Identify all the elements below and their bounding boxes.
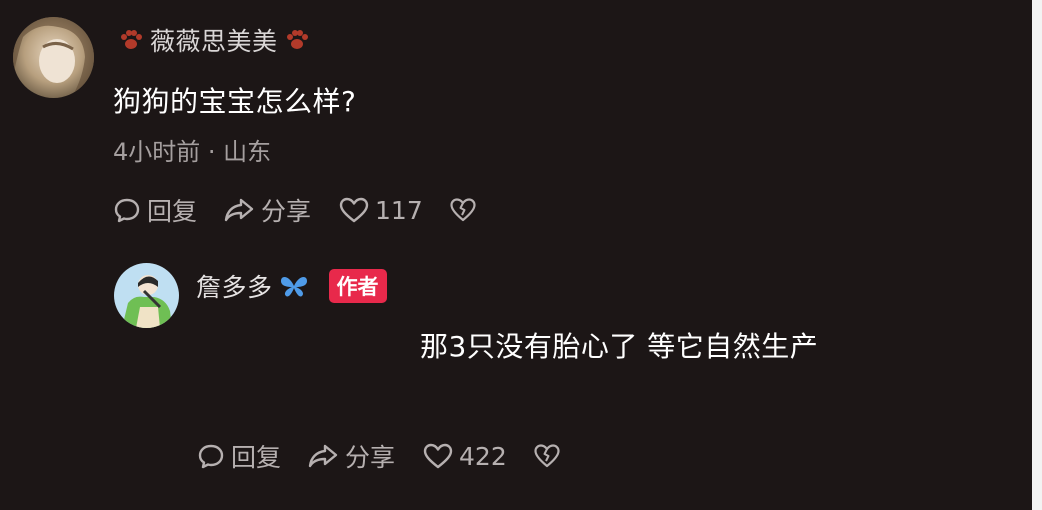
truncated-next-row [186,500,366,510]
butterfly-icon [280,276,307,297]
comment-thread: 薇薇思美美 狗狗的宝宝怎么样? 4小时前 · 山东 回复 分享 117 詹多多 … [0,0,1032,510]
author-badge: 作者 [328,269,387,303]
avatar[interactable] [13,17,94,98]
avatar[interactable] [114,263,179,328]
comment-username[interactable]: 薇薇思美美 [150,22,278,58]
like-button[interactable]: 117 [339,196,423,225]
reply-button[interactable]: 回复 [113,192,197,228]
comment-actions: 回复 分享 117 [113,192,477,228]
comment-text: 狗狗的宝宝怎么样? [113,85,357,118]
share-icon [308,444,338,468]
comment-icon [198,444,224,469]
reply-username[interactable]: 詹多多 [196,268,273,304]
share-label: 分享 [261,197,312,226]
share-button[interactable]: 分享 [223,192,311,228]
dislike-heart-icon [534,444,560,468]
heart-icon [339,197,369,223]
share-icon [224,198,254,222]
dislike-button[interactable] [449,196,477,224]
scrollbar-track[interactable] [1032,0,1042,510]
reply-username-row: 詹多多 作者 [196,268,387,304]
comment-icon [114,198,140,223]
reply-label: 回复 [147,197,198,226]
like-button[interactable]: 422 [423,442,507,471]
reply-label: 回复 [231,443,282,472]
share-button[interactable]: 分享 [307,438,395,474]
share-label: 分享 [345,443,396,472]
reply-text: 那3只没有胎心了 等它自然生产 [420,330,819,363]
like-count: 117 [375,195,423,225]
dislike-button[interactable] [533,442,561,470]
like-count: 422 [459,441,507,471]
heart-icon [423,443,453,469]
comment-username-row: 薇薇思美美 [118,22,310,58]
paw-icon [121,30,142,49]
paw-icon [286,30,308,49]
reply-actions: 回复 分享 422 [197,438,561,474]
reply-button[interactable]: 回复 [197,438,281,474]
dislike-heart-icon [450,198,476,222]
comment-meta: 4小时前 · 山东 [113,138,272,166]
